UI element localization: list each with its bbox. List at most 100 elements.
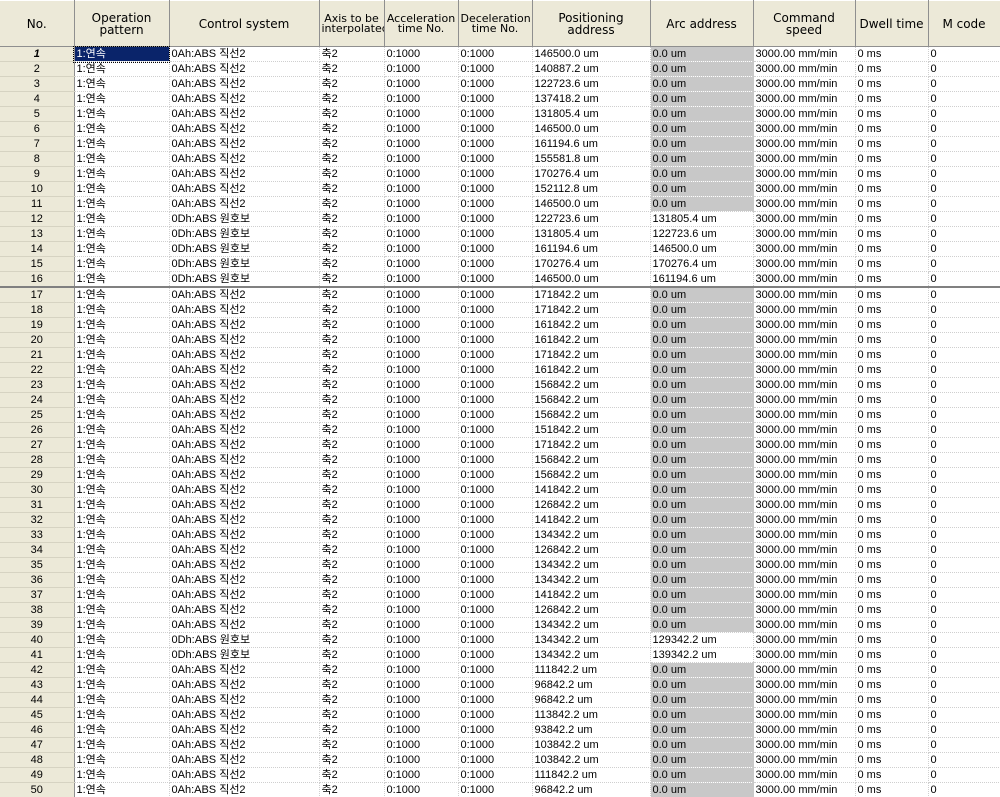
table-row[interactable]: 30 1:연속 0Ah:ABS 직선2 축2 0:1000 0:1000 141842.2 … bbox=[0, 482, 1000, 498]
control-system-cell[interactable]: 0Ah:ABS 직선2 bbox=[169, 166, 320, 182]
m-code-cell[interactable]: 0 bbox=[928, 377, 1000, 393]
m-code-cell[interactable]: 0 bbox=[928, 647, 1000, 663]
acceleration-cell[interactable]: 0:1000 bbox=[384, 211, 459, 227]
table-row[interactable]: 41 1:연속 0Dh:ABS 원호보 축2 0:1000 0:1000 134342.2 … bbox=[0, 647, 1000, 663]
m-code-cell[interactable]: 0 bbox=[928, 692, 1000, 708]
axis-cell[interactable]: 축2 bbox=[319, 452, 385, 468]
positioning-address-cell[interactable]: 113842.2 um bbox=[532, 707, 651, 723]
control-system-cell[interactable]: 0Ah:ABS 직선2 bbox=[169, 422, 320, 438]
dwell-time-cell[interactable]: 0 ms bbox=[855, 256, 929, 272]
arc-address-cell[interactable]: 0.0 um bbox=[650, 482, 754, 498]
table-row[interactable]: 22 1:연속 0Ah:ABS 직선2 축2 0:1000 0:1000 161842.2 … bbox=[0, 362, 1000, 378]
command-speed-cell[interactable]: 3000.00 mm/min bbox=[753, 662, 856, 678]
arc-address-cell[interactable]: 0.0 um bbox=[650, 392, 754, 408]
deceleration-cell[interactable]: 0:1000 bbox=[458, 737, 533, 753]
positioning-address-cell[interactable]: 156842.2 um bbox=[532, 377, 651, 393]
control-system-cell[interactable]: 0Ah:ABS 직선2 bbox=[169, 752, 320, 768]
positioning-address-cell[interactable]: 171842.2 um bbox=[532, 287, 651, 303]
arc-address-cell[interactable]: 0.0 um bbox=[650, 677, 754, 693]
positioning-address-cell[interactable]: 146500.0 um bbox=[532, 271, 651, 288]
acceleration-cell[interactable]: 0:1000 bbox=[384, 136, 459, 152]
command-speed-cell[interactable]: 3000.00 mm/min bbox=[753, 302, 856, 318]
positioning-address-cell[interactable]: 161842.2 um bbox=[532, 317, 651, 333]
command-speed-cell[interactable]: 3000.00 mm/min bbox=[753, 647, 856, 663]
positioning-address-cell[interactable]: 152112.8 um bbox=[532, 181, 651, 197]
acceleration-cell[interactable]: 0:1000 bbox=[384, 677, 459, 693]
acceleration-cell[interactable]: 0:1000 bbox=[384, 572, 459, 588]
axis-cell[interactable]: 축2 bbox=[319, 752, 385, 768]
m-code-cell[interactable]: 0 bbox=[928, 662, 1000, 678]
command-speed-cell[interactable]: 3000.00 mm/min bbox=[753, 602, 856, 618]
acceleration-cell[interactable]: 0:1000 bbox=[384, 61, 459, 77]
command-speed-cell[interactable]: 3000.00 mm/min bbox=[753, 587, 856, 603]
command-speed-cell[interactable]: 3000.00 mm/min bbox=[753, 121, 856, 137]
axis-cell[interactable]: 축2 bbox=[319, 422, 385, 438]
m-code-cell[interactable]: 0 bbox=[928, 302, 1000, 318]
dwell-time-cell[interactable]: 0 ms bbox=[855, 271, 929, 288]
m-code-cell[interactable]: 0 bbox=[928, 632, 1000, 648]
arc-address-cell[interactable]: 0.0 um bbox=[650, 662, 754, 678]
positioning-address-cell[interactable]: 126842.2 um bbox=[532, 497, 651, 513]
table-row[interactable]: 11 1:연속 0Ah:ABS 직선2 축2 0:1000 0:1000 146500.0 … bbox=[0, 196, 1000, 212]
acceleration-cell[interactable]: 0:1000 bbox=[384, 512, 459, 528]
deceleration-cell[interactable]: 0:1000 bbox=[458, 392, 533, 408]
command-speed-cell[interactable]: 3000.00 mm/min bbox=[753, 377, 856, 393]
dwell-time-cell[interactable]: 0 ms bbox=[855, 527, 929, 543]
acceleration-cell[interactable]: 0:1000 bbox=[384, 737, 459, 753]
dwell-time-cell[interactable]: 0 ms bbox=[855, 46, 929, 62]
m-code-cell[interactable]: 0 bbox=[928, 121, 1000, 137]
acceleration-cell[interactable]: 0:1000 bbox=[384, 587, 459, 603]
m-code-cell[interactable]: 0 bbox=[928, 287, 1000, 303]
arc-address-cell[interactable]: 131805.4 um bbox=[650, 211, 754, 227]
control-system-cell[interactable]: 0Ah:ABS 직선2 bbox=[169, 587, 320, 603]
operation-pattern-cell[interactable]: 1:연속 bbox=[74, 106, 170, 122]
acceleration-cell[interactable]: 0:1000 bbox=[384, 76, 459, 92]
positioning-address-cell[interactable]: 122723.6 um bbox=[532, 211, 651, 227]
arc-address-cell[interactable]: 0.0 um bbox=[650, 362, 754, 378]
table-row[interactable]: 8 1:연속 0Ah:ABS 직선2 축2 0:1000 0:1000 155581.8 u… bbox=[0, 151, 1000, 167]
table-row[interactable]: 3 1:연속 0Ah:ABS 직선2 축2 0:1000 0:1000 122723.6 u… bbox=[0, 76, 1000, 92]
command-speed-cell[interactable]: 3000.00 mm/min bbox=[753, 482, 856, 498]
arc-address-cell[interactable]: 0.0 um bbox=[650, 407, 754, 423]
operation-pattern-cell[interactable]: 1:연속 bbox=[74, 617, 170, 633]
axis-cell[interactable]: 축2 bbox=[319, 722, 385, 738]
axis-cell[interactable]: 축2 bbox=[319, 632, 385, 648]
table-row[interactable]: 12 1:연속 0Dh:ABS 원호보 축2 0:1000 0:1000 122723.6 … bbox=[0, 211, 1000, 227]
arc-address-cell[interactable]: 0.0 um bbox=[650, 497, 754, 513]
m-code-cell[interactable]: 0 bbox=[928, 226, 1000, 242]
operation-pattern-cell[interactable]: 1:연속 bbox=[74, 692, 170, 708]
deceleration-cell[interactable]: 0:1000 bbox=[458, 692, 533, 708]
command-speed-cell[interactable]: 3000.00 mm/min bbox=[753, 452, 856, 468]
control-system-cell[interactable]: 0Ah:ABS 직선2 bbox=[169, 707, 320, 723]
dwell-time-cell[interactable]: 0 ms bbox=[855, 61, 929, 77]
positioning-address-cell[interactable]: 146500.0 um bbox=[532, 196, 651, 212]
m-code-cell[interactable]: 0 bbox=[928, 106, 1000, 122]
table-row[interactable]: 25 1:연속 0Ah:ABS 직선2 축2 0:1000 0:1000 156842.2 … bbox=[0, 407, 1000, 423]
command-speed-cell[interactable]: 3000.00 mm/min bbox=[753, 407, 856, 423]
command-speed-cell[interactable]: 3000.00 mm/min bbox=[753, 767, 856, 783]
command-speed-cell[interactable]: 3000.00 mm/min bbox=[753, 512, 856, 528]
m-code-cell[interactable]: 0 bbox=[928, 317, 1000, 333]
acceleration-cell[interactable]: 0:1000 bbox=[384, 632, 459, 648]
m-code-cell[interactable]: 0 bbox=[928, 437, 1000, 453]
deceleration-cell[interactable]: 0:1000 bbox=[458, 121, 533, 137]
acceleration-cell[interactable]: 0:1000 bbox=[384, 527, 459, 543]
m-code-cell[interactable]: 0 bbox=[928, 91, 1000, 107]
control-system-cell[interactable]: 0Ah:ABS 직선2 bbox=[169, 407, 320, 423]
control-system-cell[interactable]: 0Ah:ABS 직선2 bbox=[169, 722, 320, 738]
m-code-cell[interactable]: 0 bbox=[928, 677, 1000, 693]
positioning-address-cell[interactable]: 134342.2 um bbox=[532, 527, 651, 543]
command-speed-cell[interactable]: 3000.00 mm/min bbox=[753, 271, 856, 288]
dwell-time-cell[interactable]: 0 ms bbox=[855, 542, 929, 558]
acceleration-cell[interactable]: 0:1000 bbox=[384, 497, 459, 513]
arc-address-cell[interactable]: 0.0 um bbox=[650, 587, 754, 603]
m-code-cell[interactable]: 0 bbox=[928, 362, 1000, 378]
operation-pattern-cell[interactable]: 1:연속 bbox=[74, 677, 170, 693]
m-code-cell[interactable]: 0 bbox=[928, 482, 1000, 498]
positioning-address-cell[interactable]: 170276.4 um bbox=[532, 256, 651, 272]
positioning-address-cell[interactable]: 146500.0 um bbox=[532, 121, 651, 137]
axis-cell[interactable]: 축2 bbox=[319, 647, 385, 663]
operation-pattern-cell[interactable]: 1:연속 bbox=[74, 422, 170, 438]
column-header-positioning-address[interactable]: Positioning address bbox=[532, 0, 651, 47]
control-system-cell[interactable]: 0Ah:ABS 직선2 bbox=[169, 151, 320, 167]
